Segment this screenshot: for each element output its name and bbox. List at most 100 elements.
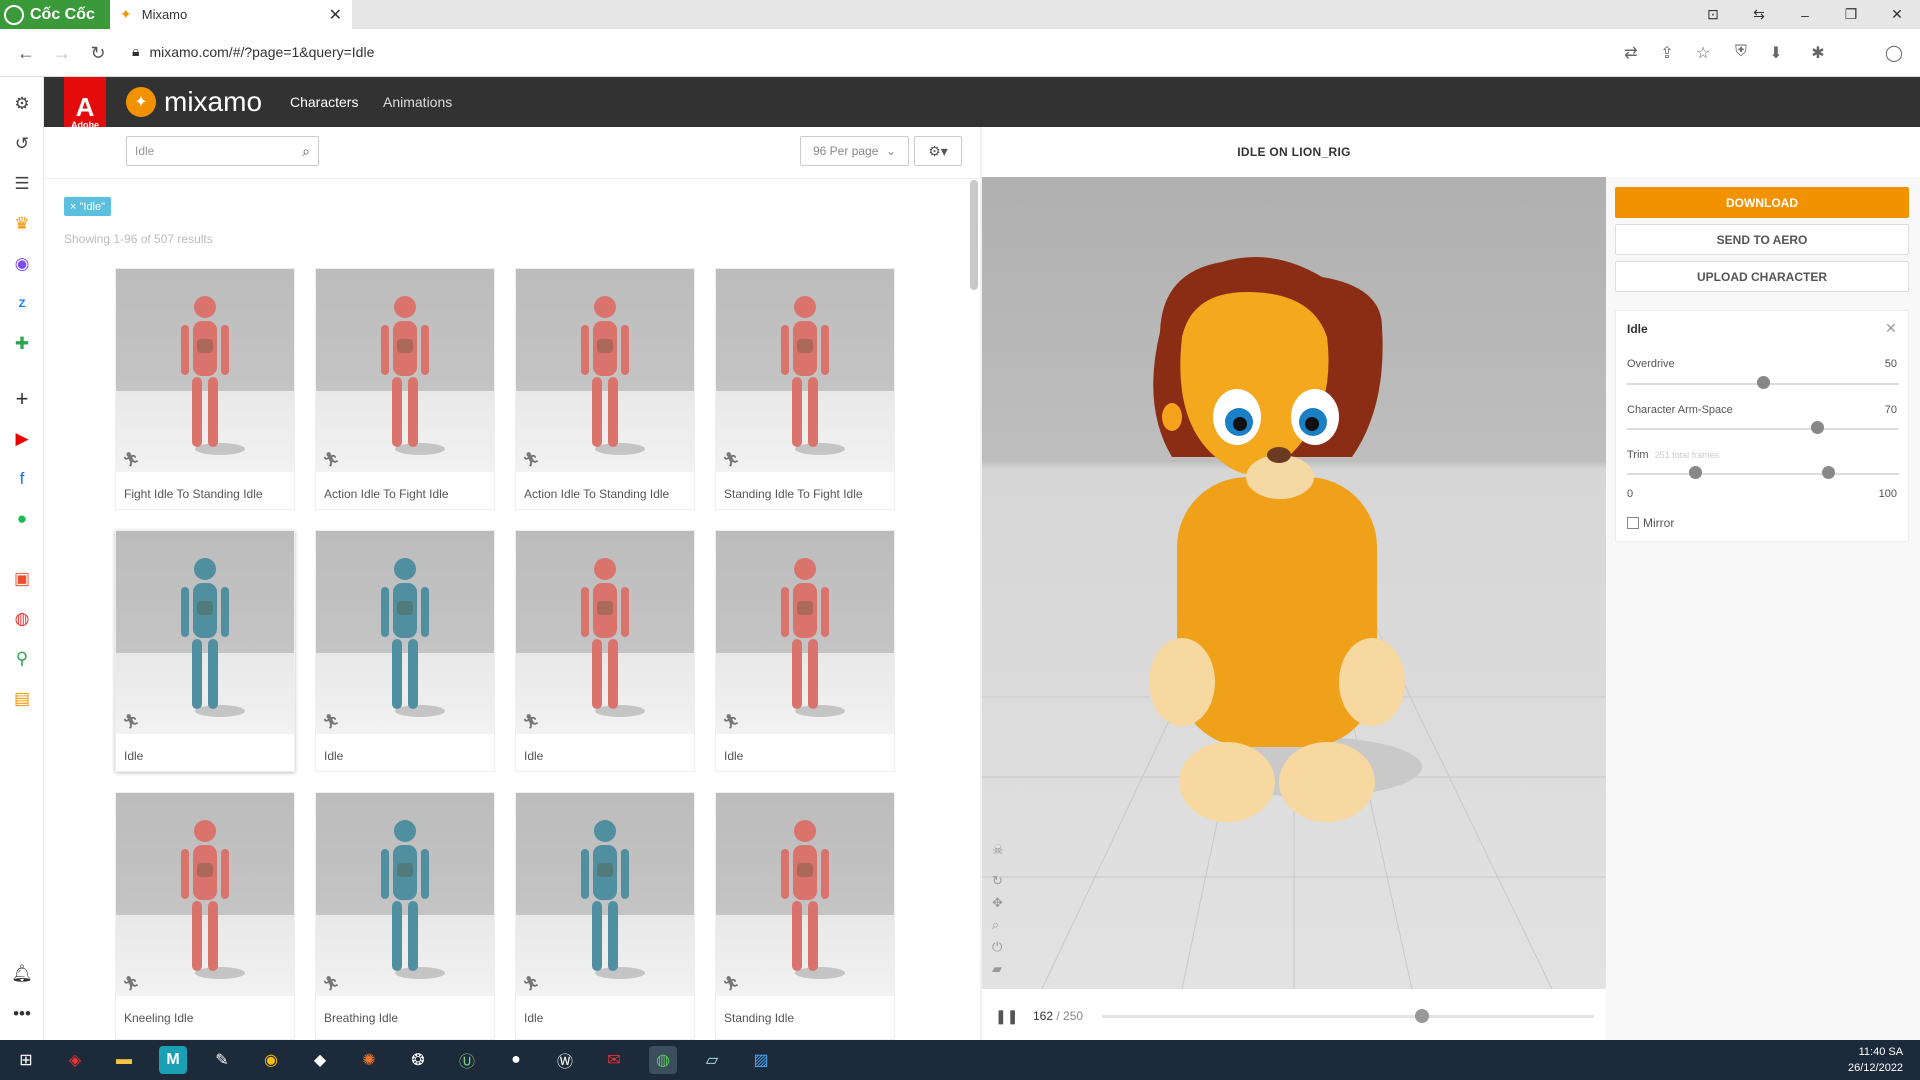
window-close-button[interactable]: ✕ — [1874, 0, 1920, 29]
window-minimize-button[interactable]: – — [1782, 0, 1828, 29]
3d-viewport[interactable] — [982, 177, 1606, 989]
history-icon[interactable]: ↺ — [10, 132, 34, 156]
zalo-icon[interactable]: Z — [10, 292, 34, 316]
close-icon[interactable]: ✕ — [1885, 320, 1897, 337]
shield-icon[interactable]: ⛨ — [1731, 43, 1751, 61]
github-icon[interactable]: ● — [502, 1046, 530, 1074]
search-icon[interactable]: ⌕ — [302, 143, 310, 160]
download-button[interactable]: DOWNLOAD — [1615, 187, 1909, 218]
window-back-icon[interactable]: ⇆ — [1736, 0, 1782, 29]
chrome-icon[interactable]: ◉ — [257, 1046, 285, 1074]
photos-icon[interactable]: ▨ — [747, 1046, 775, 1074]
camera-icon[interactable]: ▰ — [992, 961, 1002, 977]
windows-start-icon[interactable]: ⊞ — [12, 1046, 40, 1074]
animation-card[interactable]: 🏃︎ Idle — [115, 530, 295, 772]
mirror-checkbox-box[interactable] — [1627, 517, 1639, 529]
news-icon[interactable]: ◍ — [10, 607, 34, 631]
pause-button[interactable]: ❚❚ — [995, 1008, 1018, 1025]
pan-icon[interactable]: ✥ — [992, 895, 1003, 911]
shopee-icon[interactable]: ▣ — [10, 567, 34, 591]
translate-icon[interactable]: ⇄ — [1621, 43, 1641, 63]
notification-bell-icon[interactable]: 🔔︎ — [10, 962, 34, 986]
zoom-icon[interactable]: ⌕ — [992, 917, 999, 933]
upwork-icon[interactable]: Ⓤ — [453, 1046, 481, 1074]
reading-list-icon[interactable]: ☰ — [10, 172, 34, 196]
tab-title: Mixamo — [141, 7, 188, 22]
filter-chip[interactable]: × "Idle" — [64, 197, 112, 216]
animation-card[interactable]: 🏃︎ Idle — [515, 530, 695, 772]
rotate-icon[interactable]: ↻ — [992, 873, 1003, 889]
shop-icon[interactable]: ▤ — [10, 687, 34, 711]
back-button[interactable]: ← — [10, 37, 42, 69]
youtube-icon[interactable]: ▶ — [10, 427, 34, 451]
upload-character-button[interactable]: UPLOAD CHARACTER — [1615, 261, 1909, 292]
mixamo-logo[interactable]: ✦ mixamo — [126, 86, 262, 118]
reset-view-icon[interactable]: ⏻ — [992, 939, 1002, 955]
blender-icon[interactable]: ✺ — [355, 1046, 383, 1074]
word-icon[interactable]: Ⓦ — [551, 1046, 579, 1074]
more-icon[interactable]: ••• — [10, 1002, 34, 1026]
inkscape-icon[interactable]: ✎ — [208, 1046, 236, 1074]
overdrive-slider[interactable] — [1757, 376, 1770, 389]
system-clock[interactable]: 11:40 SA 26/12/2022 — [1848, 1044, 1903, 1076]
download-icon[interactable]: ⬇ — [1766, 43, 1786, 63]
forward-button[interactable]: → — [46, 37, 78, 69]
coccoc-taskbar-icon[interactable]: ◍ — [649, 1046, 677, 1074]
mirror-label: Mirror — [1643, 516, 1675, 530]
map-pin-icon[interactable]: ⚲ — [10, 647, 34, 671]
reload-button[interactable]: ↻ — [82, 37, 114, 69]
animation-card[interactable]: 🏃︎ Fight Idle To Standing Idle — [115, 268, 295, 510]
character-figure — [581, 558, 645, 717]
animation-card[interactable]: 🏃︎ Action Idle To Standing Idle — [515, 268, 695, 510]
timeline-scrubber[interactable] — [1414, 1009, 1429, 1023]
facebook-icon[interactable]: f — [10, 467, 34, 491]
animation-card[interactable]: 🏃︎ Standing Idle — [715, 792, 895, 1040]
runner-icon: 🏃︎ — [322, 713, 340, 729]
timeline-track[interactable] — [1102, 1015, 1594, 1018]
address-bar[interactable]: 🔒︎ mixamo.com/#/?page=1&query=Idle — [132, 43, 374, 60]
tab-search-icon[interactable]: ⊡ — [1690, 0, 1736, 29]
view-options-button[interactable]: ⚙▾ — [914, 136, 962, 166]
unity-icon[interactable]: ◆ — [306, 1046, 334, 1074]
animation-card[interactable]: 🏃︎ Kneeling Idle — [115, 792, 295, 1040]
app-icon[interactable]: ◈ — [61, 1046, 89, 1074]
profile-icon[interactable]: ◯ — [1884, 43, 1904, 63]
browser-tab-mixamo[interactable]: ✦ Mixamo ✕ — [110, 0, 352, 29]
share-icon[interactable]: ⇪ — [1657, 43, 1677, 63]
per-page-select[interactable]: 96 Per page ⌄ — [800, 136, 909, 166]
crown-icon[interactable]: ♛ — [10, 212, 34, 236]
nav-characters[interactable]: Characters — [290, 94, 358, 110]
bookmark-star-icon[interactable]: ☆ — [1693, 43, 1713, 63]
file-explorer-icon[interactable]: ▬ — [110, 1046, 138, 1074]
window-restore-button[interactable]: ❐ — [1828, 0, 1874, 29]
nav-animations[interactable]: Animations — [383, 94, 452, 110]
mixamo-logo-text: mixamo — [164, 86, 263, 117]
lock-icon: 🔒︎ — [132, 43, 140, 59]
results-scrollbar[interactable] — [970, 180, 978, 290]
mirror-checkbox[interactable]: Mirror — [1627, 516, 1674, 530]
chat-icon[interactable]: ✉ — [600, 1046, 628, 1074]
animation-card[interactable]: 🏃︎ Idle — [715, 530, 895, 772]
gamepad-icon[interactable]: ✚ — [10, 332, 34, 356]
coccoc-brand[interactable]: Cốc Cốc — [0, 0, 110, 29]
messenger-icon[interactable]: ◉ — [10, 252, 34, 276]
spotify-icon[interactable]: ● — [10, 507, 34, 531]
animation-card[interactable]: 🏃︎ Standing Idle To Fight Idle — [715, 268, 895, 510]
extensions-icon[interactable]: ✱ — [1808, 43, 1828, 63]
trim-start-slider[interactable] — [1689, 466, 1702, 479]
search-input[interactable]: Idle ⌕ — [126, 136, 319, 166]
add-icon[interactable]: + — [10, 386, 34, 411]
runner-icon: 🏃︎ — [322, 975, 340, 991]
animation-card[interactable]: 🏃︎ Idle — [515, 792, 695, 1040]
tab-close-icon[interactable]: ✕ — [329, 5, 342, 25]
settings-gear-icon[interactable]: ⚙ — [10, 92, 34, 116]
notes-icon[interactable]: ▱ — [698, 1046, 726, 1074]
brain-icon[interactable]: ❂ — [404, 1046, 432, 1074]
skeleton-icon[interactable]: ☠ — [992, 842, 1004, 858]
animation-card[interactable]: 🏃︎ Breathing Idle — [315, 792, 495, 1040]
animation-card[interactable]: 🏃︎ Action Idle To Fight Idle — [315, 268, 495, 510]
frame-counter: 162 / 250 — [1033, 1009, 1083, 1023]
animation-card[interactable]: 🏃︎ Idle — [315, 530, 495, 772]
send-to-aero-button[interactable]: SEND TO AERO — [1615, 224, 1909, 255]
maya-icon[interactable]: M — [159, 1046, 187, 1074]
